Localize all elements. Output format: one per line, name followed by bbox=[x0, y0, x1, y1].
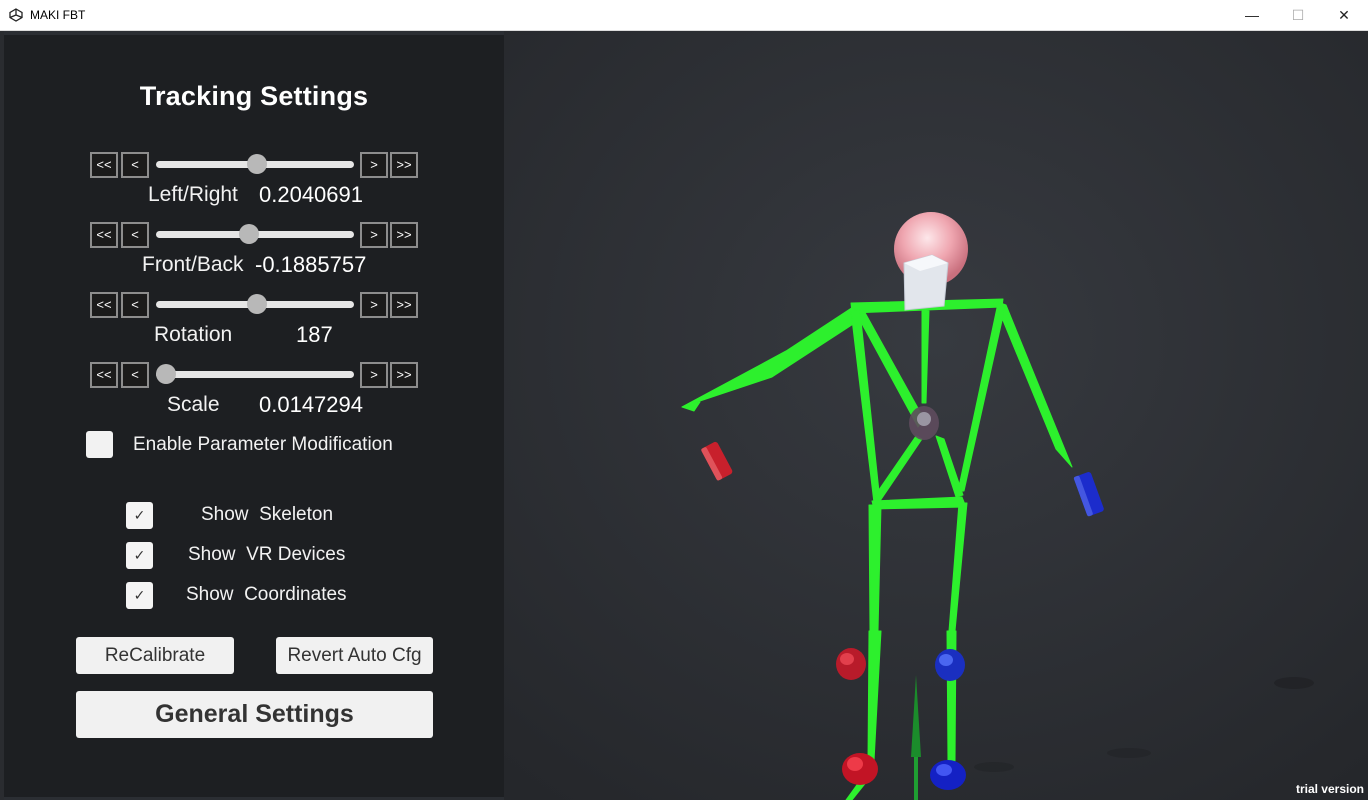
minimize-button[interactable]: — bbox=[1229, 0, 1275, 30]
show-vr-devices-checkbox[interactable]: ✓ bbox=[126, 542, 153, 569]
left-right-slider-handle[interactable] bbox=[246, 154, 267, 174]
scale-step-back-large-button[interactable]: << bbox=[90, 362, 118, 388]
front-back-label: Front/Back bbox=[142, 253, 244, 276]
show-skeleton-checkbox[interactable]: ✓ bbox=[126, 502, 153, 529]
rotation-step-back-large-button[interactable]: << bbox=[90, 292, 118, 318]
left-knee-tracker bbox=[836, 648, 866, 680]
ground-shadow bbox=[974, 762, 1014, 772]
recalibrate-button[interactable]: ReCalibrate bbox=[76, 637, 234, 674]
show-skeleton-label: Show Skeleton bbox=[201, 504, 334, 525]
left-foot-tracker bbox=[842, 753, 878, 785]
scale-step-forward-large-button[interactable]: >> bbox=[390, 362, 418, 388]
enable-param-label: Enable Parameter Modification bbox=[133, 434, 393, 455]
ground-shadow bbox=[1107, 748, 1151, 758]
front-back-step-forward-button[interactable]: > bbox=[360, 222, 388, 248]
left-right-slider[interactable] bbox=[156, 154, 354, 174]
left-right-value: 0.2040691 bbox=[259, 182, 363, 207]
scale-label: Scale bbox=[167, 393, 220, 416]
rotation-slider-handle[interactable] bbox=[246, 294, 267, 314]
show-coordinates-checkbox[interactable]: ✓ bbox=[126, 582, 153, 609]
maximize-button[interactable]: ☐ bbox=[1275, 0, 1321, 30]
revert-auto-cfg-button[interactable]: Revert Auto Cfg bbox=[276, 637, 433, 674]
close-button[interactable]: ✕ bbox=[1321, 0, 1367, 30]
front-back-value: -0.1885757 bbox=[255, 252, 367, 277]
panel-title: Tracking Settings bbox=[139, 81, 369, 111]
tracking-settings-panel: Tracking Settings << < > >> Left/Right 0.2040… bbox=[4, 35, 504, 797]
trial-version-watermark: trial version bbox=[1295, 782, 1364, 796]
window-title: MAKI FBT bbox=[30, 8, 86, 22]
unity-logo-icon bbox=[9, 8, 23, 22]
scale-slider-handle[interactable] bbox=[155, 364, 176, 384]
front-back-slider[interactable] bbox=[156, 224, 354, 244]
rotation-slider[interactable] bbox=[156, 294, 354, 314]
left-right-step-forward-button[interactable]: > bbox=[360, 152, 388, 178]
rotation-step-forward-button[interactable]: > bbox=[360, 292, 388, 318]
right-knee-tracker bbox=[935, 649, 965, 681]
left-right-step-back-button[interactable]: < bbox=[121, 152, 149, 178]
rotation-label: Rotation bbox=[154, 323, 233, 346]
chest-tracker-detail bbox=[917, 412, 931, 426]
rotation-step-forward-large-button[interactable]: >> bbox=[390, 292, 418, 318]
title-bar: MAKI FBT — ☐ ✕ bbox=[0, 0, 1368, 31]
right-foot-tracker bbox=[930, 760, 966, 790]
3d-viewport[interactable]: trial version bbox=[504, 31, 1368, 800]
left-right-step-forward-large-button[interactable]: >> bbox=[390, 152, 418, 178]
front-back-step-back-button[interactable]: < bbox=[121, 222, 149, 248]
ground-shadow bbox=[1274, 677, 1314, 689]
rotation-value: 187 bbox=[296, 322, 333, 347]
scene-canvas bbox=[504, 31, 1368, 800]
scale-step-forward-button[interactable]: > bbox=[360, 362, 388, 388]
enable-param-checkbox[interactable] bbox=[86, 431, 113, 458]
front-back-step-forward-large-button[interactable]: >> bbox=[390, 222, 418, 248]
left-right-step-back-large-button[interactable]: << bbox=[90, 152, 118, 178]
rotation-step-back-button[interactable]: < bbox=[121, 292, 149, 318]
left-right-label: Left/Right bbox=[148, 183, 238, 206]
front-back-slider-handle[interactable] bbox=[239, 224, 260, 244]
scale-slider[interactable] bbox=[155, 364, 354, 384]
show-vr-devices-label: Show VR Devices bbox=[188, 544, 346, 565]
scale-value: 0.0147294 bbox=[259, 392, 363, 417]
general-settings-button[interactable]: General Settings bbox=[76, 691, 433, 738]
front-back-step-back-large-button[interactable]: << bbox=[90, 222, 118, 248]
scale-step-back-button[interactable]: < bbox=[121, 362, 149, 388]
show-coordinates-label: Show Coordinates bbox=[186, 584, 347, 605]
